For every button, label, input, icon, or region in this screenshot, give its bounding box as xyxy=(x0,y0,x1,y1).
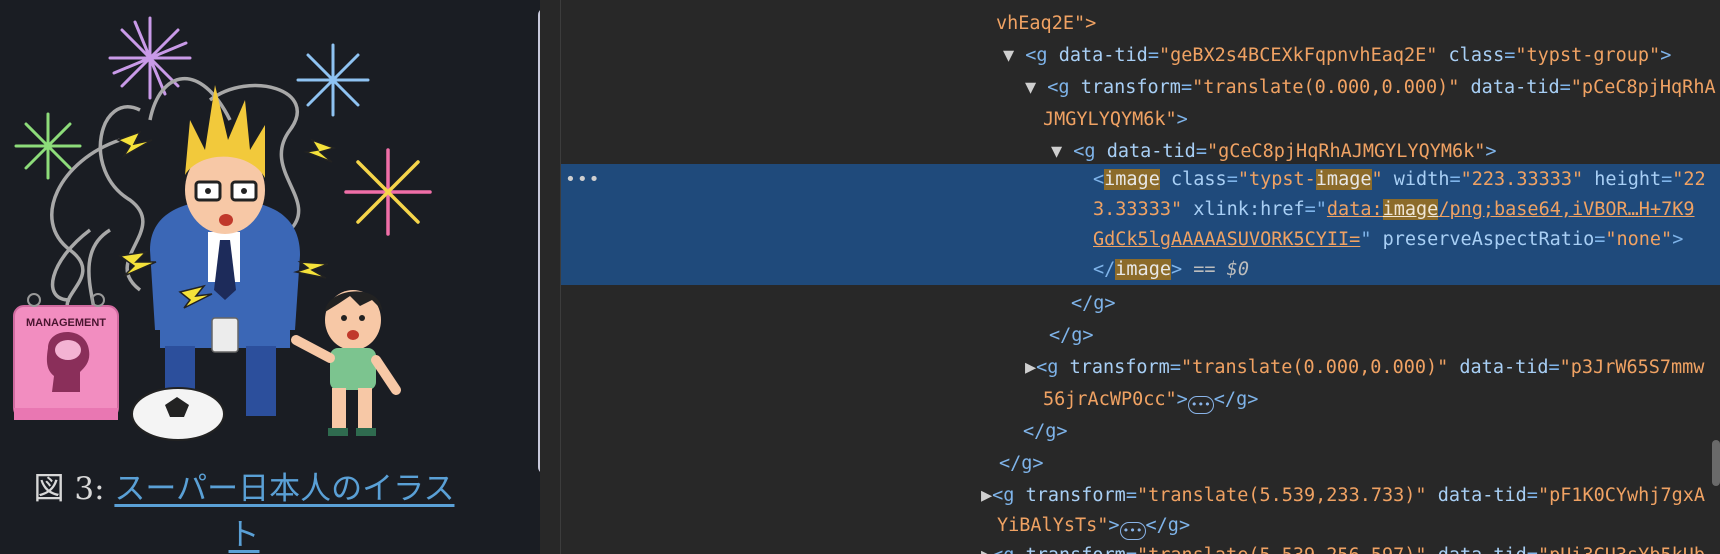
dom-line-wrap: YiBAlYsTs"> ••• </g> xyxy=(997,510,1720,542)
dom-line-wrap: 56jrAcWP0cc"> ••• </g> xyxy=(1043,384,1720,416)
dom-node-image-selected[interactable]: <image class="typst-image" width="223.33… xyxy=(1093,164,1720,196)
super-japanese-illustration: MANAGEMENT xyxy=(13,16,432,441)
dom-closing-image[interactable]: </image> == $0 xyxy=(1093,254,1720,286)
elements-scrollbar[interactable] xyxy=(1712,440,1720,486)
sign-text: MANAGEMENT xyxy=(26,317,106,329)
right-leg xyxy=(246,346,276,416)
ellipsis-icon[interactable]: ••• xyxy=(1187,396,1214,414)
preview-scrollbar[interactable] xyxy=(538,8,540,474)
dom-line-wrap: 3.33333" xlink:href="data:image/png;base… xyxy=(1093,199,1695,220)
figure-caption: 図 3: スーパー日本人のイラス ト xyxy=(14,466,474,554)
dom-closing-g[interactable]: </g> xyxy=(1049,320,1720,352)
calculator xyxy=(211,317,239,353)
firework-pink-icon xyxy=(344,148,432,236)
dom-node-g-collapsed[interactable]: ▶<g transform="translate(0.000,0.000)" d… xyxy=(1025,352,1720,384)
dom-line-wrap: GdCk5lgAAAAASUVORK5CYII=" preserveAspect… xyxy=(1093,229,1684,250)
dom-node-g-collapsed[interactable]: ▶<g transform="translate(5.539,256.597)"… xyxy=(981,540,1720,554)
firework-blue-icon xyxy=(296,43,370,117)
firework-green-icon xyxy=(14,112,82,180)
dom-closing-g[interactable]: </g> xyxy=(1023,416,1720,448)
expand-arrow-icon[interactable]: ▶ xyxy=(981,545,992,554)
dom-node-g-transform[interactable]: ▼ <g transform="translate(0.000,0.000)" … xyxy=(1025,72,1720,104)
app-window: MANAGEMENT 図 3: スーパー日本人のイラス ト ••• vhEaq2… xyxy=(0,0,1720,554)
small-boy xyxy=(291,290,401,436)
mouth xyxy=(219,214,233,226)
figure-label: 図 3: xyxy=(33,471,115,507)
dom-line-wrap: JMGYLYQYM6k"> xyxy=(1043,109,1188,130)
ellipsis-icon[interactable]: ••• xyxy=(1119,522,1146,540)
dom-node-g-collapsed[interactable]: ▶<g transform="translate(5.539,233.733)"… xyxy=(981,480,1720,512)
dom-line[interactable]: vhEaq2E"> xyxy=(996,8,1720,40)
expand-arrow-icon[interactable]: ▼ xyxy=(1025,77,1047,98)
dom-closing-g[interactable]: </g> xyxy=(1071,288,1720,320)
data-uri-link[interactable]: data: xyxy=(1327,199,1383,220)
management-sign: MANAGEMENT xyxy=(13,293,119,420)
devtools-elements-panel: ••• vhEaq2E"> ▼ <g data-tid="geBX2s4BCEX… xyxy=(561,0,1720,554)
expand-arrow-icon[interactable]: ▶ xyxy=(1025,357,1036,378)
node-actions-menu[interactable]: ••• xyxy=(565,164,601,196)
expand-arrow-icon[interactable]: ▼ xyxy=(1051,141,1073,162)
expand-arrow-icon[interactable]: ▶ xyxy=(981,485,992,506)
dom-closing-g[interactable]: </g> xyxy=(999,448,1720,480)
figure-link[interactable]: スーパー日本人のイラス xyxy=(114,471,454,507)
document-preview: MANAGEMENT 図 3: スーパー日本人のイラス ト xyxy=(0,0,540,554)
dom-node-typst-group[interactable]: ▼ <g data-tid="geBX2s4BCEXkFqpnvhEaq2E" … xyxy=(1003,40,1720,72)
firework-purple-icon xyxy=(108,16,192,100)
figure-link-continuation[interactable]: ト xyxy=(229,517,260,553)
expand-arrow-icon[interactable]: ▼ xyxy=(1003,45,1025,66)
